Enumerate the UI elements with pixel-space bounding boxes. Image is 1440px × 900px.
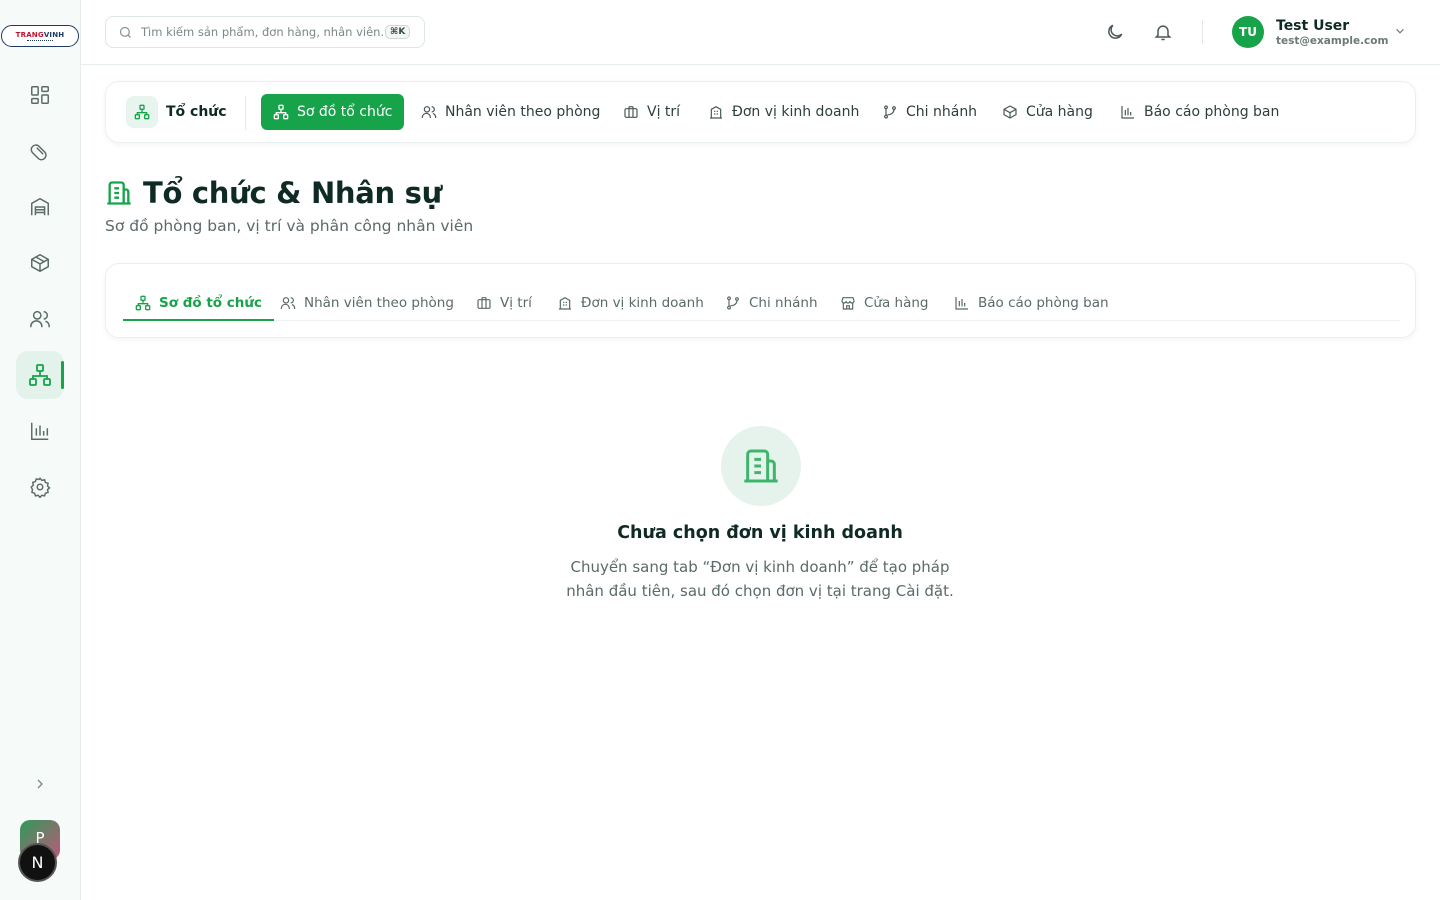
tab-stores[interactable]: Cửa hàng bbox=[840, 286, 929, 320]
org-chart-icon bbox=[29, 364, 51, 386]
brand-name-left: TRANG bbox=[15, 30, 44, 39]
store-icon bbox=[841, 297, 855, 310]
org-chart-icon bbox=[135, 295, 151, 311]
tab-positions[interactable]: Vị trí bbox=[476, 286, 532, 320]
top-tab-label: Đơn vị kinh doanh bbox=[732, 104, 860, 120]
top-tab-label: Cửa hàng bbox=[1026, 104, 1093, 120]
gear-icon bbox=[30, 477, 51, 498]
box-icon bbox=[1003, 105, 1017, 119]
org-chart-icon bbox=[273, 104, 289, 120]
grid-icon bbox=[31, 86, 49, 104]
sidebar: TRANGVINH P N bbox=[0, 0, 81, 900]
bar-chart-icon bbox=[31, 422, 49, 440]
top-tab-employees-by-dept[interactable]: Nhân viên theo phòng bbox=[409, 94, 612, 130]
theme-toggle-button[interactable] bbox=[1103, 20, 1127, 44]
chevron-down-icon bbox=[1396, 28, 1404, 34]
users-icon bbox=[30, 310, 50, 328]
briefcase-icon bbox=[477, 297, 491, 309]
tab-label: Đơn vị kinh doanh bbox=[581, 295, 704, 311]
moon-icon bbox=[1108, 24, 1123, 39]
sidebar-item-organization[interactable] bbox=[16, 351, 64, 399]
user-email: test@example.com bbox=[1276, 34, 1389, 47]
sidebar-item-pharmacy[interactable] bbox=[16, 127, 64, 175]
search-shortcut-badge: ⌘K bbox=[385, 25, 411, 39]
git-branch-icon bbox=[727, 296, 739, 310]
tab-employees-by-dept[interactable]: Nhân viên theo phòng bbox=[280, 286, 454, 320]
box-icon bbox=[31, 253, 49, 273]
top-tab-dept-reports[interactable]: Báo cáo phòng ban bbox=[1108, 94, 1291, 130]
user-name: Test User bbox=[1276, 17, 1350, 34]
git-branch-icon bbox=[884, 105, 896, 119]
tab-label: Chi nhánh bbox=[749, 295, 818, 311]
sidebar-item-warehouse[interactable] bbox=[16, 183, 64, 231]
sidebar-item-products[interactable] bbox=[16, 239, 64, 287]
warehouse-icon bbox=[31, 197, 49, 216]
bar-chart-icon bbox=[955, 297, 968, 310]
user-menu[interactable]: TU Test User test@example.com bbox=[1232, 16, 1388, 48]
sidebar-item-reports[interactable] bbox=[16, 407, 64, 455]
top-tab-org-chart[interactable]: Sơ đồ tổ chức bbox=[261, 94, 405, 130]
sidebar-item-dashboard[interactable] bbox=[16, 71, 64, 119]
search-box[interactable]: ⌘K bbox=[105, 16, 425, 48]
sidebar-item-customers[interactable] bbox=[16, 295, 64, 343]
building-icon bbox=[107, 181, 131, 205]
briefcase-icon bbox=[624, 106, 638, 118]
brand-logo[interactable]: TRANGVINH bbox=[1, 25, 79, 47]
search-icon bbox=[119, 26, 131, 38]
search-input[interactable] bbox=[141, 25, 385, 39]
users-icon bbox=[421, 106, 437, 118]
tab-label: Báo cáo phòng ban bbox=[978, 295, 1109, 311]
tab-dept-reports[interactable]: Báo cáo phòng ban bbox=[954, 286, 1109, 320]
top-tab-label: Vị trí bbox=[647, 104, 681, 120]
tab-label: Sơ đồ tổ chức bbox=[159, 295, 262, 311]
top-header: ⌘K TU Test User test@example.com bbox=[81, 0, 1440, 65]
bar-chart-icon bbox=[1121, 106, 1134, 119]
expand-sidebar-button[interactable] bbox=[28, 772, 52, 796]
tab-label: Vị trí bbox=[500, 295, 532, 311]
tab-label: Nhân viên theo phòng bbox=[304, 295, 454, 311]
top-tab-label: Chi nhánh bbox=[906, 104, 978, 120]
n-badge[interactable]: N bbox=[18, 843, 57, 882]
top-tab-label: Nhân viên theo phòng bbox=[445, 104, 601, 120]
building-icon bbox=[559, 296, 571, 310]
tab-org-chart[interactable]: Sơ đồ tổ chức bbox=[123, 286, 274, 321]
page-title: Tổ chức & Nhân sự bbox=[143, 176, 442, 210]
top-tab-label: Sơ đồ tổ chức bbox=[297, 104, 393, 120]
module-home-label: Tổ chức bbox=[166, 104, 227, 120]
tab-business-units[interactable]: Đơn vị kinh doanh bbox=[557, 286, 704, 320]
tab-branches[interactable]: Chi nhánh bbox=[725, 286, 818, 320]
chevron-right-icon bbox=[37, 779, 43, 789]
top-tab-stores[interactable]: Cửa hàng bbox=[990, 94, 1105, 130]
page-subtitle: Sơ đồ phòng ban, vị trí và phân công nhâ… bbox=[105, 217, 474, 235]
building-icon bbox=[744, 449, 778, 483]
org-chart-icon bbox=[134, 104, 150, 120]
page-heading: Tổ chức & Nhân sự bbox=[105, 176, 442, 210]
top-tab-positions[interactable]: Vị trí bbox=[611, 94, 692, 130]
top-tab-label: Báo cáo phòng ban bbox=[1144, 104, 1280, 120]
bell-icon bbox=[1154, 25, 1172, 41]
tab-label: Cửa hàng bbox=[864, 295, 929, 311]
empty-state-icon bbox=[721, 426, 801, 506]
section-tabs-card: Sơ đồ tổ chức Nhân viên theo phòng Vị tr… bbox=[105, 263, 1416, 338]
module-home[interactable]: Tổ chức bbox=[126, 96, 227, 128]
top-tab-business-units[interactable]: Đơn vị kinh doanh bbox=[696, 94, 871, 130]
sidebar-item-settings[interactable] bbox=[16, 463, 64, 511]
brand-name-right: VINH bbox=[43, 30, 65, 39]
user-avatar: TU bbox=[1232, 16, 1264, 48]
user-menu-chevron[interactable] bbox=[1393, 24, 1407, 38]
module-tab-bar: Tổ chức Sơ đồ tổ chức Nhân viên theo phò… bbox=[105, 81, 1416, 143]
notifications-button[interactable] bbox=[1151, 20, 1175, 44]
empty-state-title: Chưa chọn đơn vị kinh doanh bbox=[617, 523, 903, 543]
pill-icon bbox=[30, 144, 47, 161]
top-tab-branches[interactable]: Chi nhánh bbox=[870, 94, 989, 130]
building-icon bbox=[710, 105, 722, 119]
empty-state-description: Chuyển sang tab “Đơn vị kinh doanh” để t… bbox=[566, 558, 954, 600]
users-icon bbox=[280, 297, 296, 309]
